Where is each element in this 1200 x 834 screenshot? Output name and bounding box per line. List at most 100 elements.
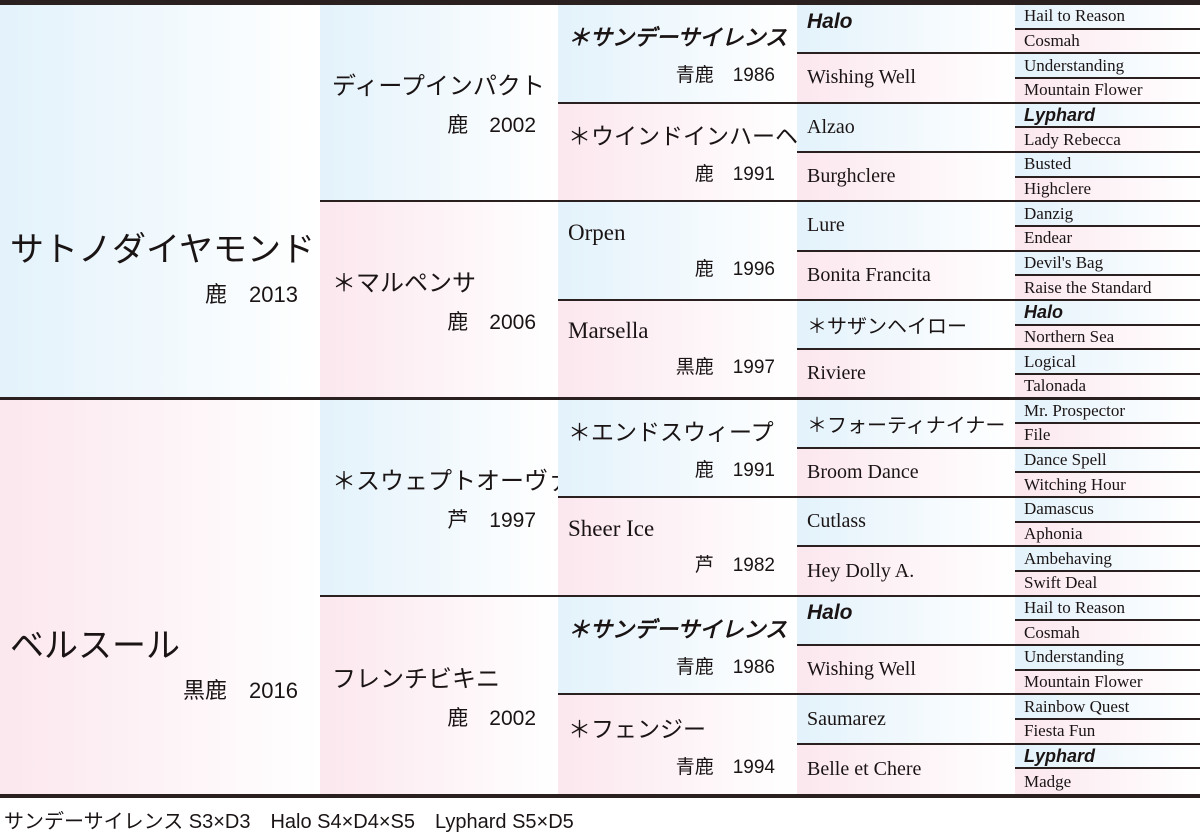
pedigree-cell-gen5-sire: Ambehaving	[1015, 547, 1200, 573]
pedigree-cell-gen3-sire: ＊エンドスウィープ鹿 1991	[558, 399, 797, 499]
horse-name: フレンチビキニ	[332, 666, 500, 693]
pedigree-cell-gen5-dam: Aphonia	[1015, 522, 1200, 548]
horse-name: Mountain Flower	[1024, 80, 1143, 100]
pedigree-cell-gen5-sire: Hail to Reason	[1015, 5, 1200, 30]
horse-name: ＊スウェプトオーヴァーボード	[332, 468, 558, 495]
horse-name: File	[1024, 425, 1051, 445]
pedigree-cell-gen5-dam: Raise the Standard	[1015, 276, 1200, 301]
horse-name: Understanding	[1024, 647, 1125, 667]
pedigree-cell-gen5-sire: Rainbow Quest	[1015, 695, 1200, 721]
horse-name: Danzig	[1024, 203, 1074, 223]
horse-name: Talonada	[1024, 375, 1087, 395]
pedigree-cell-gen4-dam: Burghclere	[797, 152, 1015, 203]
pedigree-cell-gen5-dam: Fiesta Fun	[1015, 720, 1200, 745]
horse-name: Dance Spell	[1024, 450, 1107, 470]
pedigree-cell-gen5-dam: Cosmah	[1015, 621, 1200, 647]
pedigree-cell-gen4-dam: Bonita Francita	[797, 251, 1015, 301]
pedigree-cell-gen4-dam: Wishing Well	[797, 646, 1015, 696]
horse-name: Mr. Prospector	[1024, 400, 1126, 420]
coat-and-year: 芦 1982	[694, 554, 775, 576]
pedigree-cell-gen4-sire: Lure	[797, 202, 1015, 252]
pedigree-cell-gen5-dam: File	[1015, 424, 1200, 449]
horse-name: Aphonia	[1024, 524, 1083, 544]
coat-and-year: 青鹿 1986	[675, 64, 775, 86]
horse-name: ＊フェンジー	[568, 717, 706, 743]
horse-name: Saumarez	[807, 707, 886, 730]
horse-name: Endear	[1024, 228, 1073, 248]
pedigree-cell-gen4-dam: Riviere	[797, 350, 1015, 400]
horse-name: Cosmah	[1024, 30, 1080, 50]
horse-name: Burghclere	[807, 165, 896, 188]
pedigree-cell-gen5-sire: Dance Spell	[1015, 448, 1200, 474]
coat-and-year: 芦 1997	[447, 508, 536, 532]
horse-name: Orpen	[568, 220, 626, 246]
pedigree-cell-gen5-sire: Devil's Bag	[1015, 251, 1200, 277]
pedigree-cell-gen4-sire: Halo	[797, 596, 1015, 647]
pedigree-cell-gen5-dam: Northern Sea	[1015, 325, 1200, 351]
horse-name: Marsella	[568, 318, 649, 344]
coat-and-year: 鹿 1991	[694, 164, 775, 186]
coat-and-year: 鹿 2002	[447, 114, 536, 138]
pedigree-cell-gen3-dam: ＊フェンジー青鹿 1994	[558, 695, 797, 794]
horse-name: Riviere	[807, 361, 866, 384]
pedigree-cell-gen3-dam: Sheer Ice 芦 1982	[558, 498, 797, 597]
pedigree-cell-gen2-dam: フレンチビキニ鹿 2002	[320, 596, 558, 794]
pedigree-cell-gen5-sire: Lyphard	[1015, 103, 1200, 129]
horse-name: Devil's Bag	[1024, 252, 1104, 272]
pedigree-cell-gen5-dam: Lady Rebecca	[1015, 128, 1200, 153]
horse-name: Hail to Reason	[1024, 6, 1126, 26]
pedigree-cell-gen4-sire: ＊フォーティナイナー	[797, 399, 1015, 449]
horse-name: Broom Dance	[807, 460, 919, 483]
horse-name: Ambehaving	[1024, 548, 1112, 568]
horse-name: ＊マルペンサ	[332, 270, 476, 297]
pedigree-cell-gen1-dam: ベルスール 黒鹿 2016	[0, 399, 320, 794]
pedigree-cell-gen4-sire: Cutlass	[797, 498, 1015, 548]
pedigree-cell-gen5-sire: Lyphard	[1015, 744, 1200, 770]
pedigree-cell-gen5-sire: Busted	[1015, 152, 1200, 178]
horse-name: Northern Sea	[1024, 326, 1115, 346]
horse-name: ディープインパクト	[332, 74, 545, 101]
pedigree-cell-gen5-sire: Hail to Reason	[1015, 596, 1200, 622]
horse-name: Lyphard	[1024, 746, 1096, 767]
horse-name: ＊フォーティナイナー	[807, 414, 1006, 437]
pedigree-cell-gen5-dam: Highclere	[1015, 177, 1200, 203]
horse-name: Swift Deal	[1024, 573, 1098, 593]
pedigree-cell-gen5-dam: Endear	[1015, 226, 1200, 252]
pedigree-cell-gen2-dam: ＊マルペンサ鹿 2006	[320, 202, 558, 400]
pedigree-cell-gen3-sire: Orpen 鹿 1996	[558, 202, 797, 301]
horse-name: ベルスール	[10, 628, 180, 666]
horse-name: Madge	[1024, 771, 1072, 791]
pedigree-cell-gen5-sire: Damascus	[1015, 498, 1200, 523]
horse-name: ＊サザンヘイロー	[807, 316, 967, 339]
coat-and-year: 青鹿 1994	[675, 757, 775, 779]
horse-name: ＊サンデーサイレンス	[568, 616, 788, 642]
horse-name: Alzao	[807, 115, 855, 138]
pedigree-cell-gen5-dam: Talonada	[1015, 374, 1200, 400]
horse-name: Damascus	[1024, 499, 1094, 519]
pedigree-cell-gen3-sire: ＊サンデーサイレンス 青鹿 1986	[558, 596, 797, 696]
pedigree-cell-gen5-dam: Mountain Flower	[1015, 78, 1200, 104]
pedigree-cell-gen4-dam: Belle et Chere	[797, 744, 1015, 794]
horse-name: Bonita Francita	[807, 263, 931, 286]
horse-name: Rainbow Quest	[1024, 696, 1130, 716]
coat-and-year: 鹿 1996	[694, 259, 775, 281]
horse-name: Fiesta Fun	[1024, 721, 1096, 741]
pedigree-cell-gen5-sire: Mr. Prospector	[1015, 399, 1200, 425]
inbreeding-summary: サンデーサイレンス S3×D3 Halo S4×D4×S5 Lyphard S5…	[4, 811, 574, 833]
coat-and-year: 鹿 2002	[447, 706, 536, 730]
horse-name: Witching Hour	[1024, 474, 1126, 494]
horse-name: Lady Rebecca	[1024, 129, 1121, 149]
horse-name: Wishing Well	[807, 66, 916, 89]
horse-name: Mountain Flower	[1024, 672, 1143, 692]
horse-name: Lure	[807, 214, 845, 237]
pedigree-cell-gen2-sire: ディープインパクト鹿 2002	[320, 5, 558, 203]
horse-name: Sheer Ice	[568, 515, 655, 541]
pedigree-cell-gen4-dam: Broom Dance	[797, 448, 1015, 499]
horse-name: Logical	[1024, 351, 1076, 371]
pedigree-cell-gen4-sire: Alzao	[797, 103, 1015, 153]
pedigree-cell-gen2-sire: ＊スウェプトオーヴァーボード芦 1997	[320, 399, 558, 597]
pedigree-cell-gen4-sire: ＊サザンヘイロー	[797, 300, 1015, 351]
horse-name: ＊サンデーサイレンス	[568, 24, 788, 50]
pedigree-cell-gen5-dam: Madge	[1015, 769, 1200, 794]
horse-name: Hail to Reason	[1024, 598, 1126, 618]
